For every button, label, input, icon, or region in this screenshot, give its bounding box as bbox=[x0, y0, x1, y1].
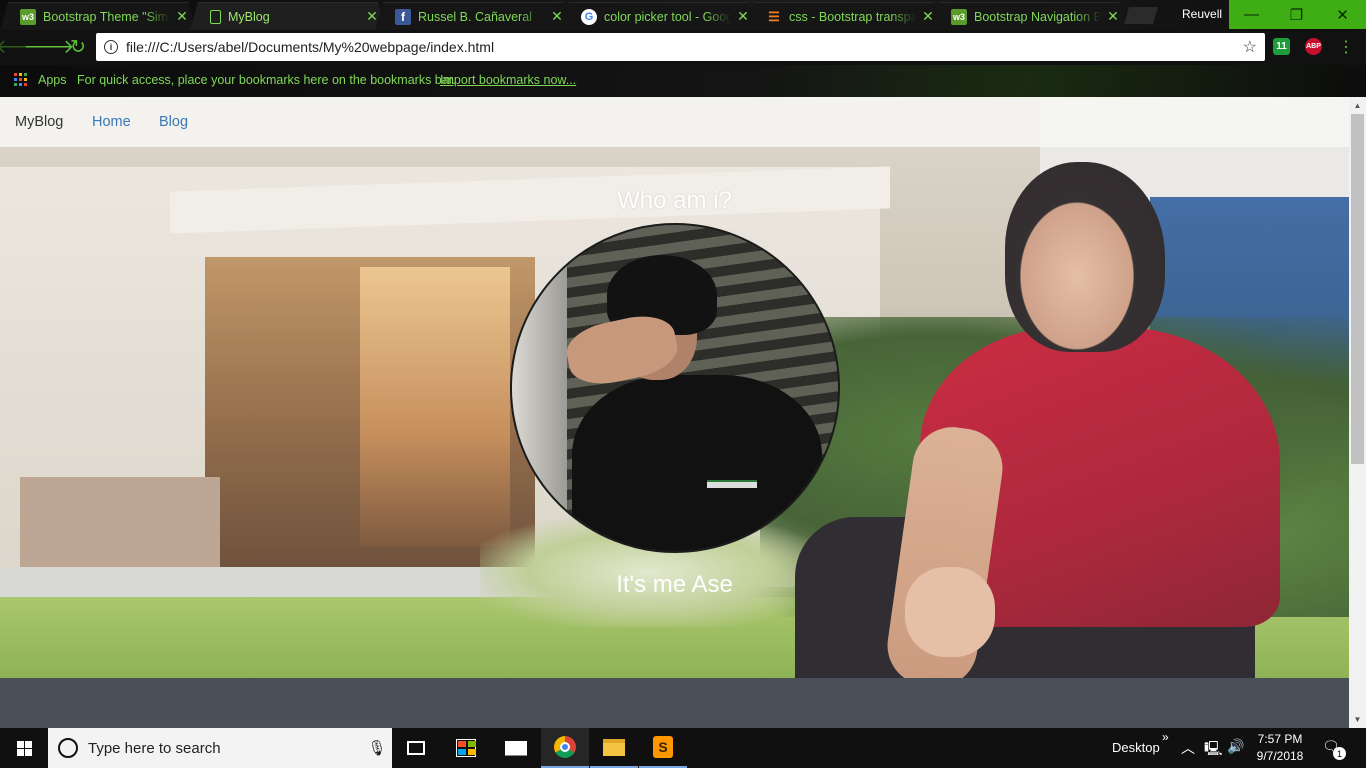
tab-bootstrap-navigation[interactable]: w3 Bootstrap Navigation B ✕ bbox=[931, 2, 1127, 30]
info-icon[interactable]: i bbox=[104, 40, 118, 54]
double-chevron-icon[interactable]: » bbox=[1162, 730, 1169, 744]
reload-button[interactable]: ↻ bbox=[66, 35, 90, 59]
bookmarks-hint: For quick access, place your bookmarks h… bbox=[77, 73, 456, 87]
tab-bootstrap-theme[interactable]: w3 Bootstrap Theme "Simp ✕ bbox=[0, 2, 196, 30]
clock-date[interactable]: 9/7/2018 bbox=[1252, 749, 1308, 763]
tab-facebook[interactable]: f Russel B. Cañaveral ✕ bbox=[375, 2, 571, 30]
network-icon[interactable]: 🖳 bbox=[1204, 738, 1223, 762]
bookmarks-bar: Apps For quick access, place your bookma… bbox=[0, 65, 1366, 97]
task-view-icon bbox=[407, 741, 425, 755]
task-view-button[interactable] bbox=[392, 728, 440, 768]
page-viewport: MyBlog Home Blog Who am i? It's me Ase bbox=[0, 97, 1349, 728]
minimize-button[interactable]: — bbox=[1229, 0, 1274, 29]
address-bar[interactable]: i file:///C:/Users/abel/Documents/My%20w… bbox=[96, 33, 1265, 61]
scrollbar-thumb[interactable] bbox=[1351, 114, 1364, 464]
tab-title: css - Bootstrap transpa bbox=[789, 9, 916, 24]
tab-stackoverflow[interactable]: ☰ css - Bootstrap transpa ✕ bbox=[746, 2, 942, 30]
tab-title: Bootstrap Navigation B bbox=[974, 9, 1101, 24]
maximize-button[interactable]: ❐ bbox=[1274, 0, 1319, 29]
action-center-icon[interactable]: 🗨 1 bbox=[1322, 738, 1346, 760]
calendar-extension-icon[interactable]: 11 bbox=[1273, 38, 1290, 55]
sublime-text-button[interactable]: S bbox=[639, 728, 687, 768]
profile-button[interactable]: Reuvell bbox=[1182, 7, 1222, 21]
bookmark-star-icon[interactable]: ☆ bbox=[1243, 37, 1257, 57]
adblock-plus-icon[interactable]: ABP bbox=[1305, 38, 1322, 55]
page-icon bbox=[210, 10, 221, 24]
nav-link-blog[interactable]: Blog bbox=[159, 114, 188, 130]
hero-heading: Who am i? bbox=[617, 187, 732, 214]
tab-title: MyBlog bbox=[228, 9, 270, 24]
new-tab-button[interactable] bbox=[1124, 7, 1158, 24]
scroll-down-arrow-icon[interactable]: ▼ bbox=[1349, 711, 1366, 728]
close-window-button[interactable]: ✕ bbox=[1319, 0, 1366, 29]
chrome-app-button[interactable] bbox=[541, 728, 589, 768]
show-hidden-icons-icon[interactable]: ︿ bbox=[1181, 738, 1195, 758]
search-placeholder: Type here to search bbox=[88, 739, 221, 757]
close-tab-icon[interactable]: ✕ bbox=[174, 8, 190, 25]
notification-count-badge: 1 bbox=[1333, 747, 1346, 760]
forward-button[interactable]: 🡒 bbox=[24, 35, 75, 59]
w3schools-icon: w3 bbox=[20, 9, 36, 25]
navbar-brand[interactable]: MyBlog bbox=[15, 114, 63, 130]
tab-color-picker[interactable]: G color picker tool - Goog ✕ bbox=[561, 2, 757, 30]
tab-title: color picker tool - Goog bbox=[604, 9, 731, 24]
tab-strip: w3 Bootstrap Theme "Simp ✕ MyBlog ✕ f Ru… bbox=[0, 0, 1366, 30]
stackoverflow-icon: ☰ bbox=[768, 8, 780, 24]
windows-taskbar: Type here to search 🎙 S Desktop » ︿ 🖳 🔊 … bbox=[0, 728, 1366, 768]
nav-link-home[interactable]: Home bbox=[92, 114, 131, 130]
facebook-icon: f bbox=[395, 9, 411, 25]
site-navbar: MyBlog Home Blog bbox=[0, 97, 1349, 147]
store-app-button[interactable] bbox=[442, 728, 490, 768]
hero-caption: It's me Ase bbox=[616, 571, 733, 598]
cortana-icon bbox=[58, 738, 78, 758]
sublime-text-icon: S bbox=[653, 736, 673, 758]
windows-logo-icon bbox=[16, 740, 32, 756]
tab-title: Russel B. Cañaveral bbox=[418, 9, 532, 24]
profile-portrait bbox=[510, 223, 840, 553]
file-explorer-icon bbox=[603, 738, 625, 756]
tab-myblog[interactable]: MyBlog ✕ bbox=[190, 2, 386, 30]
close-tab-icon[interactable]: ✕ bbox=[549, 8, 565, 25]
taskbar-search-box[interactable]: Type here to search 🎙 bbox=[48, 728, 392, 768]
desktop-toolbar-label[interactable]: Desktop bbox=[1112, 740, 1160, 755]
mail-icon bbox=[505, 740, 527, 756]
w3schools-icon: w3 bbox=[951, 9, 967, 25]
chrome-icon bbox=[554, 736, 576, 758]
store-icon bbox=[456, 739, 476, 757]
browser-toolbar: 🡐 🡒 ↻ i file:///C:/Users/abel/Documents/… bbox=[0, 30, 1366, 65]
chrome-menu-icon[interactable]: ⋮ bbox=[1338, 37, 1354, 57]
tab-title: Bootstrap Theme "Simp bbox=[43, 9, 170, 24]
google-icon: G bbox=[581, 9, 597, 25]
clock-time[interactable]: 7:57 PM bbox=[1255, 732, 1305, 746]
mail-app-button[interactable] bbox=[492, 728, 540, 768]
apps-shortcut[interactable]: Apps bbox=[38, 73, 67, 87]
import-bookmarks-link[interactable]: Import bookmarks now... bbox=[440, 73, 576, 87]
file-explorer-button[interactable] bbox=[590, 728, 638, 768]
apps-grid-icon[interactable] bbox=[14, 73, 27, 86]
scroll-up-arrow-icon[interactable]: ▲ bbox=[1349, 97, 1366, 114]
start-button[interactable] bbox=[0, 728, 48, 768]
address-text[interactable]: file:///C:/Users/abel/Documents/My%20web… bbox=[126, 39, 1243, 55]
close-tab-icon[interactable]: ✕ bbox=[1105, 8, 1121, 25]
microphone-icon[interactable]: 🎙 bbox=[362, 739, 392, 757]
volume-icon[interactable]: 🔊 bbox=[1227, 738, 1244, 755]
